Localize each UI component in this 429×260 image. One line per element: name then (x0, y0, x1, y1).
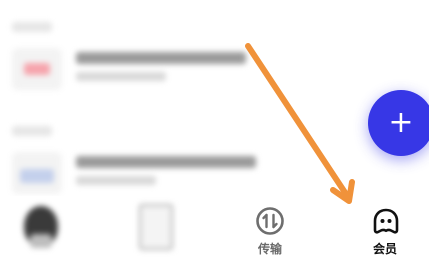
file-name (76, 156, 256, 168)
file-thumbnail (12, 48, 62, 90)
list-item[interactable] (12, 148, 312, 196)
nav-label-transfer: 传输 (257, 242, 282, 256)
nav-item-membership[interactable]: 会员 (355, 202, 415, 258)
bottom-nav: 传输 会员 (0, 196, 429, 260)
plus-icon: + (388, 105, 414, 140)
section-header (12, 126, 52, 136)
section-header (12, 22, 52, 32)
file-name (76, 52, 246, 64)
file-thumbnail (12, 152, 62, 194)
nav-item-transfer[interactable]: 传输 (240, 202, 300, 258)
avatar-icon (24, 206, 58, 248)
list-item[interactable] (12, 44, 312, 92)
membership-icon (373, 208, 399, 234)
document-icon (139, 204, 173, 250)
transfer-icon (256, 207, 284, 235)
nav-label-membership: 会员 (372, 242, 397, 256)
add-button[interactable]: + (368, 90, 429, 156)
nav-item-home[interactable] (10, 202, 70, 258)
app-screen: + 传输 会员 (0, 0, 429, 260)
file-meta (76, 72, 166, 81)
nav-item-files[interactable] (123, 202, 183, 258)
file-meta (76, 176, 156, 185)
